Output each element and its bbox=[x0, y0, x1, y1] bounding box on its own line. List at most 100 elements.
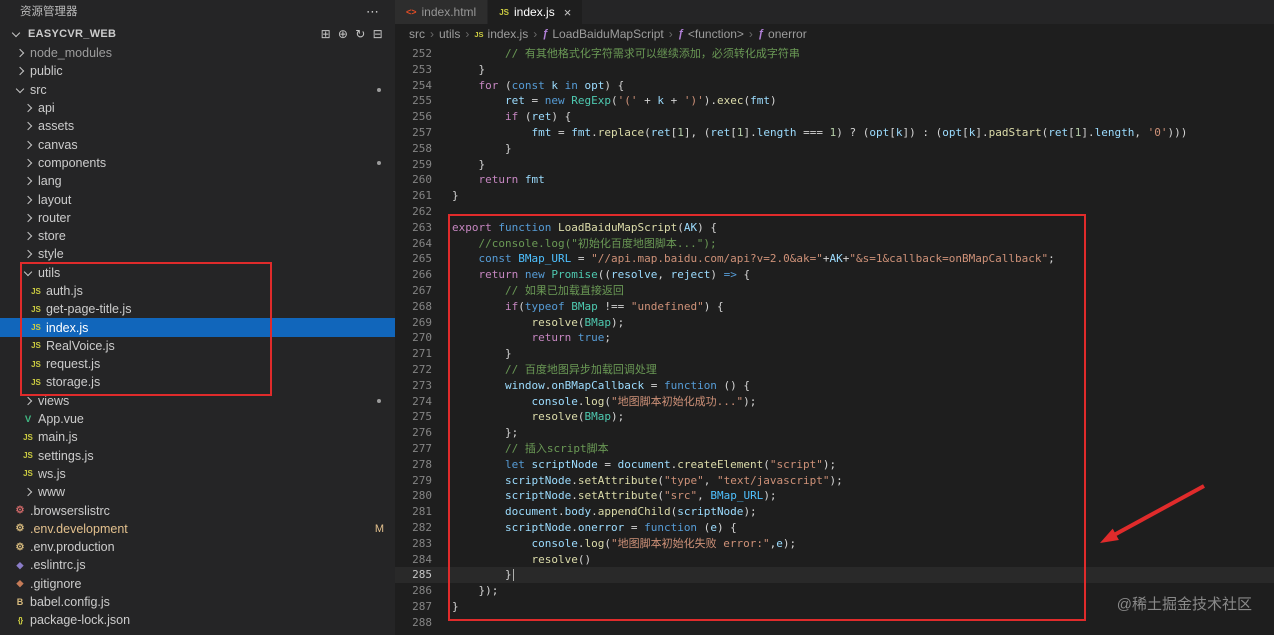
tree-item-node_modules[interactable]: node_modules bbox=[0, 44, 395, 62]
tree-item-get-page-title.js[interactable]: JS get-page-title.js bbox=[0, 300, 395, 318]
line-number[interactable]: 277 bbox=[395, 441, 432, 457]
code-line[interactable]: 256 if (ret) { bbox=[395, 109, 1274, 125]
line-number[interactable]: 273 bbox=[395, 378, 432, 394]
line-number[interactable]: 270 bbox=[395, 330, 432, 346]
tree-item-.env.development[interactable]: ⚙ .env.development M bbox=[0, 520, 395, 538]
code-line[interactable]: 259 } bbox=[395, 157, 1274, 173]
tree-item-request.js[interactable]: JS request.js bbox=[0, 355, 395, 373]
line-number[interactable]: 271 bbox=[395, 346, 432, 362]
tab-index.js[interactable]: JS index.js × bbox=[488, 0, 584, 24]
tree-item-store[interactable]: store bbox=[0, 227, 395, 245]
tree-item-.eslintrc.js[interactable]: ◆ .eslintrc.js bbox=[0, 556, 395, 574]
close-icon[interactable]: × bbox=[564, 6, 572, 19]
code-line[interactable]: 288 bbox=[395, 615, 1274, 631]
breadcrumb-item[interactable]: ƒ onerror bbox=[758, 27, 807, 41]
line-number[interactable]: 256 bbox=[395, 109, 432, 125]
line-number[interactable]: 254 bbox=[395, 78, 432, 94]
tree-item-assets[interactable]: assets bbox=[0, 117, 395, 135]
line-number[interactable]: 288 bbox=[395, 615, 432, 631]
tree-item-public[interactable]: public bbox=[0, 62, 395, 80]
tree-item-auth.js[interactable]: JS auth.js bbox=[0, 282, 395, 300]
line-number[interactable]: 255 bbox=[395, 93, 432, 109]
tree-item-layout[interactable]: layout bbox=[0, 190, 395, 208]
line-number[interactable]: 274 bbox=[395, 394, 432, 410]
line-number[interactable]: 282 bbox=[395, 520, 432, 536]
line-number[interactable]: 285 bbox=[395, 567, 432, 583]
line-number[interactable]: 272 bbox=[395, 362, 432, 378]
line-number[interactable]: 262 bbox=[395, 204, 432, 220]
tree-item-components[interactable]: components bbox=[0, 154, 395, 172]
new-file-icon[interactable]: ⊞ bbox=[321, 27, 331, 41]
line-number[interactable]: 261 bbox=[395, 188, 432, 204]
line-number[interactable]: 275 bbox=[395, 409, 432, 425]
line-number[interactable]: 252 bbox=[395, 46, 432, 62]
breadcrumb-item[interactable]: utils bbox=[439, 27, 460, 41]
tree-item-router[interactable]: router bbox=[0, 209, 395, 227]
code-line[interactable]: 284 resolve() bbox=[395, 552, 1274, 568]
tree-item-index.js[interactable]: JS index.js bbox=[0, 318, 395, 337]
tree-item-storage.js[interactable]: JS storage.js bbox=[0, 373, 395, 391]
line-number[interactable]: 267 bbox=[395, 283, 432, 299]
code-line[interactable]: 268 if(typeof BMap !== "undefined") { bbox=[395, 299, 1274, 315]
new-folder-icon[interactable]: ⊕ bbox=[338, 27, 348, 41]
code-line[interactable]: 276 }; bbox=[395, 425, 1274, 441]
code-line[interactable]: 280 scriptNode.setAttribute("src", BMap_… bbox=[395, 488, 1274, 504]
code-line[interactable]: 254 for (const k in opt) { bbox=[395, 78, 1274, 94]
line-number[interactable]: 284 bbox=[395, 552, 432, 568]
tree-item-package-lock.json[interactable]: {} package-lock.json bbox=[0, 611, 395, 629]
line-number[interactable]: 260 bbox=[395, 172, 432, 188]
line-number[interactable]: 279 bbox=[395, 473, 432, 489]
tree-item-ws.js[interactable]: JS ws.js bbox=[0, 465, 395, 483]
line-number[interactable]: 269 bbox=[395, 315, 432, 331]
tree-item-utils[interactable]: utils bbox=[0, 264, 395, 282]
line-number[interactable]: 280 bbox=[395, 488, 432, 504]
project-header[interactable]: EASYCVR_WEB ⊞ ⊕ ↻ ⊟ bbox=[0, 24, 395, 44]
line-number[interactable]: 286 bbox=[395, 583, 432, 599]
tree-item-lang[interactable]: lang bbox=[0, 172, 395, 190]
tree-item-api[interactable]: api bbox=[0, 99, 395, 117]
code-line[interactable]: 283 console.log("地图脚本初始化失败 error:",e); bbox=[395, 536, 1274, 552]
tree-item-RealVoice.js[interactable]: JS RealVoice.js bbox=[0, 337, 395, 355]
code-line[interactable]: 265 const BMap_URL = "//api.map.baidu.co… bbox=[395, 251, 1274, 267]
code-line[interactable]: 271 } bbox=[395, 346, 1274, 362]
code-line[interactable]: 269 resolve(BMap); bbox=[395, 315, 1274, 331]
code-line[interactable]: 267 // 如果已加载直接返回 bbox=[395, 283, 1274, 299]
tree-item-main.js[interactable]: JS main.js bbox=[0, 428, 395, 446]
tree-item-www[interactable]: www bbox=[0, 483, 395, 501]
breadcrumb-item[interactable]: ƒ LoadBaiduMapScript bbox=[542, 27, 664, 41]
line-number[interactable]: 278 bbox=[395, 457, 432, 473]
code-line[interactable]: 261} bbox=[395, 188, 1274, 204]
code-line[interactable]: 262 bbox=[395, 204, 1274, 220]
tree-item-.browserslistrc[interactable]: ⚙ .browserslistrc bbox=[0, 501, 395, 519]
tree-item-settings.js[interactable]: JS settings.js bbox=[0, 447, 395, 465]
tree-item-style[interactable]: style bbox=[0, 245, 395, 263]
code-line[interactable]: 275 resolve(BMap); bbox=[395, 409, 1274, 425]
code-line[interactable]: 274 console.log("地图脚本初始化成功..."); bbox=[395, 394, 1274, 410]
tree-item-src[interactable]: src bbox=[0, 81, 395, 99]
line-number[interactable]: 265 bbox=[395, 251, 432, 267]
code-line[interactable]: 255 ret = new RegExp('(' + k + ')').exec… bbox=[395, 93, 1274, 109]
line-number[interactable]: 276 bbox=[395, 425, 432, 441]
more-actions-icon[interactable]: ⋯ bbox=[366, 0, 379, 24]
line-number[interactable]: 253 bbox=[395, 62, 432, 78]
code-line[interactable]: 260 return fmt bbox=[395, 172, 1274, 188]
line-number[interactable]: 257 bbox=[395, 125, 432, 141]
line-number[interactable]: 264 bbox=[395, 236, 432, 252]
code-line[interactable]: 263 export function LoadBaiduMapScript(AK… bbox=[395, 220, 1274, 236]
line-number[interactable]: 268 bbox=[395, 299, 432, 315]
code-line[interactable]: 266 return new Promise((resolve, reject)… bbox=[395, 267, 1274, 283]
tree-item-.gitignore[interactable]: ◆ .gitignore bbox=[0, 575, 395, 593]
tree-item-babel.config.js[interactable]: Bbabel.config.js bbox=[0, 593, 395, 611]
code-line[interactable]: 279 scriptNode.setAttribute("type", "tex… bbox=[395, 473, 1274, 489]
code-area[interactable]: 252 // 有其他格式化字符需求可以继续添加，必须转化成字符串 253 } 254… bbox=[395, 44, 1274, 635]
breadcrumb-item[interactable]: JS index.js bbox=[474, 27, 528, 41]
code-line[interactable]: 257 fmt = fmt.replace(ret[1], (ret[1].le… bbox=[395, 125, 1274, 141]
tree-item-.env.production[interactable]: ⚙ .env.production bbox=[0, 538, 395, 556]
line-number[interactable]: 263 bbox=[395, 220, 432, 236]
line-number[interactable]: 287 bbox=[395, 599, 432, 615]
tree-item-canvas[interactable]: canvas bbox=[0, 135, 395, 153]
code-line[interactable]: 278 let scriptNode = document.createElem… bbox=[395, 457, 1274, 473]
breadcrumb-item[interactable]: ƒ <function> bbox=[678, 27, 744, 41]
line-number[interactable]: 283 bbox=[395, 536, 432, 552]
code-line[interactable]: 282 scriptNode.onerror = function (e) { bbox=[395, 520, 1274, 536]
